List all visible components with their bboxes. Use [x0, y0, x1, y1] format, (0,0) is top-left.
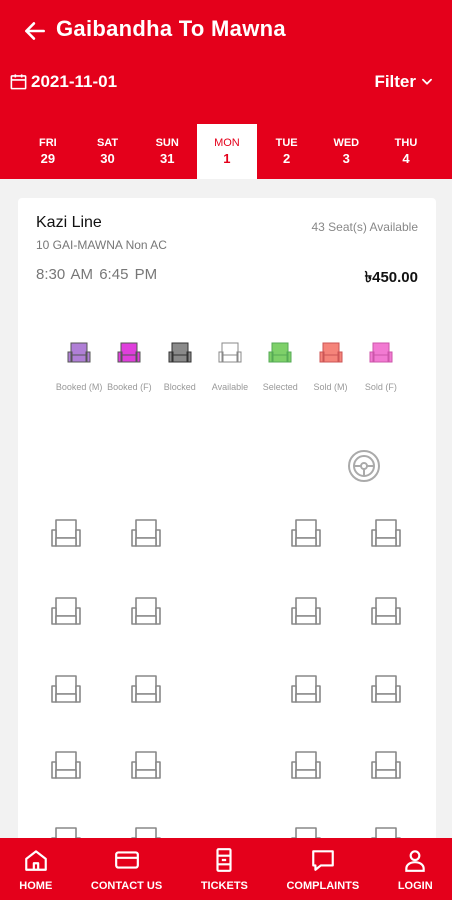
day-tab-thu[interactable]: THU 4 [376, 124, 436, 179]
seat-available[interactable] [368, 748, 404, 784]
calendar-icon[interactable] [9, 72, 28, 91]
filter-button[interactable]: Filter [374, 72, 434, 92]
home-icon [24, 849, 47, 871]
seat-icon [319, 342, 343, 363]
seat-available[interactable] [128, 516, 164, 552]
day-date: 31 [159, 151, 175, 166]
seat-available[interactable] [128, 672, 164, 708]
ticket-icon [216, 847, 232, 872]
legend-label: Blocked [163, 382, 196, 392]
steering-wheel-icon [348, 450, 380, 482]
day-name: SUN [155, 137, 179, 149]
user-icon [405, 849, 425, 872]
nav-complaints[interactable]: COMPLAINTS [286, 847, 359, 892]
seat-available[interactable] [128, 748, 164, 784]
seat-icon [67, 342, 91, 363]
trip-card: Kazi Line 10 GAI-MAWNA Non AC 43 Seat(s)… [18, 198, 436, 898]
back-arrow-icon[interactable] [22, 18, 48, 44]
seat-available[interactable] [48, 594, 84, 630]
day-tab-mon[interactable]: MON 1 [197, 124, 257, 179]
seat-available[interactable] [288, 516, 324, 552]
app-header: Gaibandha To Mawna 2021-11-01 Filter [0, 0, 452, 124]
selected-date[interactable]: 2021-11-01 [31, 72, 117, 92]
day-tab-sat[interactable]: SAT 30 [78, 124, 138, 179]
seat-available[interactable] [288, 594, 324, 630]
day-date: 3 [342, 151, 350, 166]
seat-available[interactable] [368, 594, 404, 630]
day-tab-wed[interactable]: WED 3 [316, 124, 376, 179]
nav-label: CONTACT US [90, 879, 163, 892]
seat-available[interactable] [368, 516, 404, 552]
departure-time: 8:30 AM [36, 266, 94, 283]
day-name: MON [214, 137, 240, 149]
route-name: 10 GAI-MAWNA Non AC [36, 238, 167, 252]
nav-tickets[interactable]: TICKETS [201, 847, 248, 892]
day-name: THU [394, 137, 418, 149]
legend-sold-female: Sold (F) [356, 340, 406, 392]
nav-label: TICKETS [200, 879, 248, 892]
nav-home[interactable]: HOME [19, 847, 52, 892]
seat-icon [168, 342, 192, 363]
legend-sold-male: Sold (M) [305, 340, 355, 392]
nav-label: COMPLAINTS [286, 879, 360, 892]
day-tab-sun[interactable]: SUN 31 [137, 124, 197, 179]
seat-available[interactable] [368, 672, 404, 708]
legend-label: Available [211, 382, 249, 392]
day-tab-fri[interactable]: FRI 29 [18, 124, 78, 179]
seat-available[interactable] [48, 516, 84, 552]
nav-label: LOGIN [397, 879, 433, 892]
day-date: 1 [223, 151, 231, 166]
seat-available[interactable] [288, 748, 324, 784]
day-name: FRI [38, 137, 57, 149]
day-date: 4 [402, 151, 410, 166]
filter-label: Filter [374, 72, 416, 91]
legend-booked-male: Booked (M) [54, 340, 104, 392]
seat-icon [218, 342, 242, 363]
seat-legend: Booked (M) Booked (F) Blocked Available … [54, 340, 406, 392]
day-name: TUE [275, 137, 298, 149]
operator-name: Kazi Line [36, 214, 102, 231]
seat-icon [117, 342, 141, 363]
day-name: SAT [96, 137, 119, 149]
legend-label: Booked (F) [107, 382, 152, 392]
nav-label: HOME [19, 879, 53, 892]
seats-available: 43 Seat(s) Available [311, 220, 418, 234]
legend-available: Available [205, 340, 255, 392]
day-name: WED [333, 137, 360, 149]
legend-label: Sold (M) [313, 382, 348, 392]
legend-booked-female: Booked (F) [104, 340, 154, 392]
seat-available[interactable] [48, 672, 84, 708]
nav-contact-us[interactable]: CONTACT US [91, 847, 162, 892]
day-date: 2 [282, 151, 291, 166]
legend-label: Selected [262, 382, 298, 392]
legend-label: Sold (F) [364, 382, 397, 392]
seat-available[interactable] [48, 748, 84, 784]
day-tab-tue[interactable]: TUE 2 [257, 124, 317, 179]
legend-selected: Selected [255, 340, 305, 392]
card-icon [114, 850, 139, 869]
chat-icon [312, 849, 334, 871]
nav-login[interactable]: LOGIN [398, 847, 433, 892]
arrival-time: 6:45 PM [99, 266, 158, 283]
chevron-down-icon [422, 78, 432, 85]
day-selector: FRI 29 SAT 30 SUN 31 MON 1 TUE 2 WED 3 T… [0, 124, 452, 179]
day-date: 29 [40, 151, 56, 166]
seat-available[interactable] [128, 594, 164, 630]
bottom-nav: HOME CONTACT US TICKETS COMPLAINTS LOGIN [0, 838, 452, 900]
legend-label: Booked (M) [55, 382, 103, 392]
seat-available[interactable] [288, 672, 324, 708]
legend-blocked: Blocked [155, 340, 205, 392]
page-title: Gaibandha To Mawna [56, 16, 286, 41]
seat-icon [369, 342, 393, 363]
ticket-price: ৳450.00 [364, 269, 418, 286]
day-date: 30 [100, 151, 115, 166]
trip-times: 8:30 AM 6:45 PM [36, 266, 157, 283]
seat-icon [268, 342, 292, 363]
